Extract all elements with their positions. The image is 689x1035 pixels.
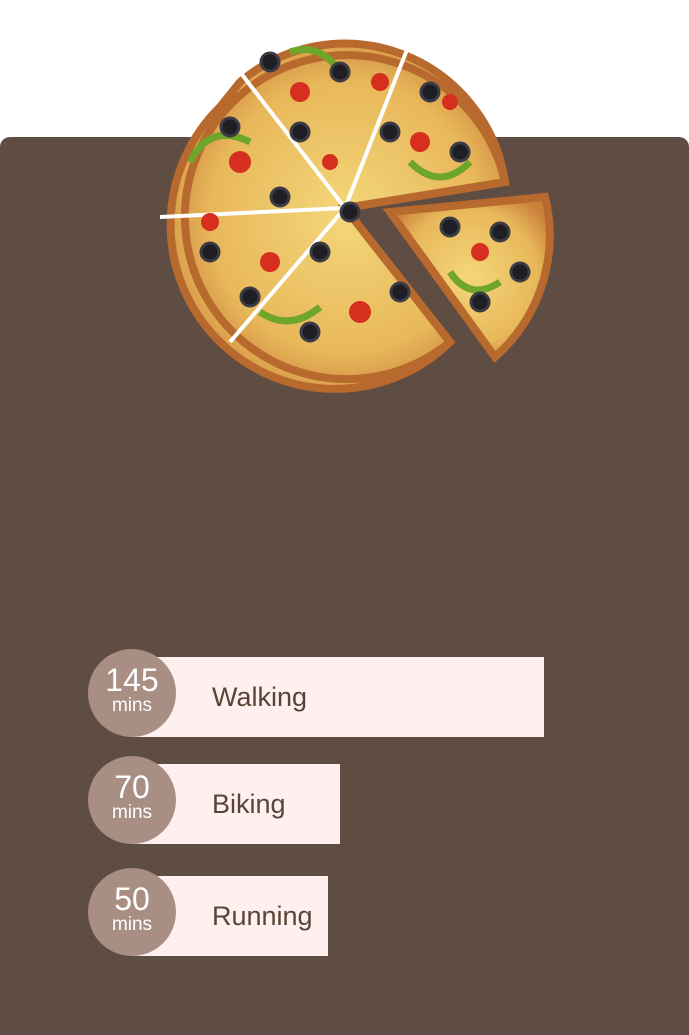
minutes-unit: mins: [111, 802, 153, 823]
minutes-badge: 145 mins: [88, 649, 176, 737]
minutes-badge: 70 mins: [88, 756, 176, 844]
minutes-unit: mins: [111, 695, 153, 716]
minutes-value: 145: [105, 662, 159, 698]
minutes-unit: mins: [111, 914, 153, 935]
activity-label: Biking: [212, 789, 286, 819]
minutes-value: 70: [114, 769, 150, 805]
pizza-image: [159, 39, 554, 393]
minutes-badge: 50 mins: [88, 868, 176, 956]
activity-label: Running: [212, 901, 313, 931]
activity-bar: [132, 657, 544, 737]
activity-label: Walking: [212, 682, 308, 712]
minutes-value: 50: [114, 881, 150, 917]
